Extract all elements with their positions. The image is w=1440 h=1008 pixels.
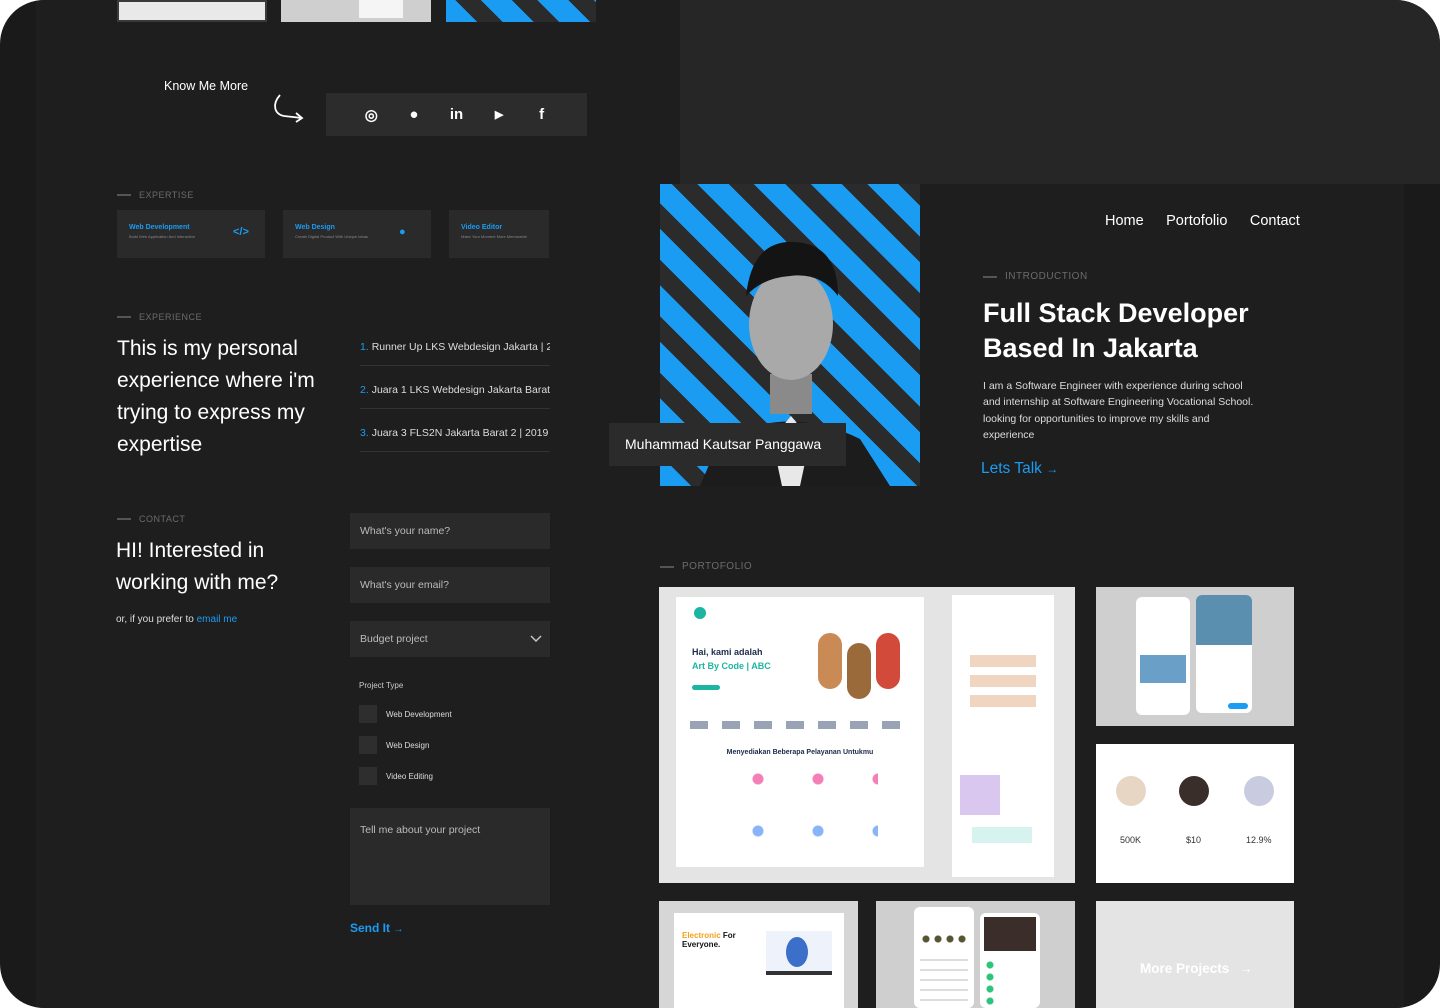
portfolio-mockup: Hai, kami adalah Art By Code | ABC Menye… bbox=[676, 597, 924, 867]
code-icon: </> bbox=[233, 226, 249, 238]
portfolio-item[interactable] bbox=[876, 901, 1075, 1008]
arrow-right-icon: → bbox=[1046, 462, 1059, 476]
email-input[interactable]: What's your email? bbox=[350, 567, 550, 603]
portfolio-mockup: Electronic For Everyone. bbox=[674, 913, 844, 1008]
budget-select[interactable]: Budget project bbox=[350, 621, 550, 657]
curved-arrow-icon bbox=[274, 94, 304, 123]
lets-talk-button[interactable]: Lets Talk → bbox=[981, 460, 1058, 478]
experience-item: 1. Runner Up LKS Webdesign Jakarta | 2 bbox=[360, 341, 550, 366]
contact-prefer-text: or, if you prefer to email me bbox=[116, 614, 238, 625]
hero-description: I am a Software Engineer with experience… bbox=[983, 380, 1254, 441]
portfolio-item[interactable]: 500K $10 12.9% bbox=[1096, 744, 1294, 883]
portfolio-item[interactable]: Hai, kami adalah Art By Code | ABC Menye… bbox=[659, 587, 1075, 883]
avatar bbox=[1179, 776, 1209, 806]
portfolio-mockup bbox=[952, 595, 1054, 877]
checkbox[interactable] bbox=[359, 736, 377, 754]
message-textarea[interactable]: Tell me about your project bbox=[350, 808, 550, 905]
experience-heading: This is my personal experience where i'm… bbox=[117, 337, 315, 456]
name-tag: Muhammad Kautsar Panggawa bbox=[609, 423, 846, 466]
contact-label: CONTACT bbox=[117, 514, 185, 524]
page-frame: Know Me More ◎ ● in ▶ f EXPERTISE Web De… bbox=[0, 0, 1440, 1008]
portfolio-mockup bbox=[980, 913, 1040, 1008]
social-links-bar: ◎ ● in ▶ f bbox=[326, 93, 587, 136]
main-nav: Home Portofolio Contact bbox=[1087, 212, 1300, 230]
project-thumbnail[interactable] bbox=[281, 0, 431, 22]
portfolio-mockup bbox=[914, 907, 974, 1008]
project-thumbnail[interactable] bbox=[117, 0, 267, 22]
know-me-more-label: Know Me More bbox=[164, 79, 249, 93]
checkbox[interactable] bbox=[359, 705, 377, 723]
portfolio-item[interactable] bbox=[1096, 587, 1294, 726]
more-projects-label: More Projects → bbox=[1140, 961, 1253, 976]
experience-label: EXPERIENCE bbox=[117, 312, 202, 322]
name-input[interactable]: What's your name? bbox=[350, 513, 550, 549]
card-title: Video Editor bbox=[461, 224, 503, 231]
facebook-icon[interactable]: f bbox=[531, 106, 553, 123]
portfolio-mockup bbox=[1136, 597, 1190, 715]
card-subtitle: Make Your Moment More Memorable bbox=[461, 234, 527, 239]
youtube-icon[interactable]: ▶ bbox=[488, 108, 510, 121]
expertise-label: EXPERTISE bbox=[117, 190, 194, 200]
instagram-icon[interactable]: ◎ bbox=[360, 106, 382, 124]
send-button[interactable]: Send It → bbox=[350, 921, 403, 935]
checkbox-web-development[interactable]: Web Development bbox=[359, 705, 452, 723]
avatar bbox=[1116, 776, 1146, 806]
expertise-card-web-design[interactable]: Web Design Create Digital Product With U… bbox=[283, 210, 431, 258]
linkedin-icon[interactable]: in bbox=[445, 106, 467, 123]
palette-icon: ● bbox=[399, 226, 406, 238]
checkbox-web-design[interactable]: Web Design bbox=[359, 736, 429, 754]
portfolio-item[interactable]: Electronic For Everyone. bbox=[659, 901, 858, 1008]
portfolio-label: PORTOFOLIO bbox=[660, 561, 752, 572]
right-top-panel bbox=[680, 0, 1440, 184]
email-me-link[interactable]: email me bbox=[197, 614, 238, 625]
stat-value: 500K bbox=[1120, 835, 1142, 845]
avatar bbox=[1244, 776, 1274, 806]
stat-value: 12.9% bbox=[1246, 835, 1272, 845]
stat-value: $10 bbox=[1186, 835, 1202, 845]
arrow-right-icon: → bbox=[393, 924, 404, 935]
contact-heading: HI! Interested in working with me? bbox=[116, 539, 279, 594]
project-thumbnail[interactable] bbox=[446, 0, 596, 22]
github-icon[interactable]: ● bbox=[403, 106, 425, 123]
expertise-card-web-development[interactable]: Web Development Build Web Application An… bbox=[117, 210, 265, 258]
arrow-right-icon: → bbox=[1239, 961, 1253, 976]
experience-item: 3. Juara 3 FLS2N Jakarta Barat 2 | 2019 bbox=[360, 427, 550, 452]
chevron-down-icon bbox=[530, 635, 542, 642]
nav-portfolio[interactable]: Portofolio bbox=[1166, 213, 1227, 229]
checkbox[interactable] bbox=[359, 767, 377, 785]
portfolio-mockup bbox=[1196, 595, 1252, 713]
expertise-card-video-editor[interactable]: Video Editor Make Your Moment More Memor… bbox=[449, 210, 549, 258]
project-type-label: Project Type bbox=[359, 681, 404, 690]
more-projects-button[interactable]: More Projects → bbox=[1096, 901, 1294, 1008]
experience-item: 2. Juara 1 LKS Webdesign Jakarta Barat bbox=[360, 384, 550, 409]
checkbox-video-editing[interactable]: Video Editing bbox=[359, 767, 433, 785]
hero-title: Full Stack Developer Based In Jakarta bbox=[983, 298, 1249, 363]
nav-contact[interactable]: Contact bbox=[1250, 213, 1300, 229]
nav-home[interactable]: Home bbox=[1105, 213, 1144, 229]
introduction-label: INTRODUCTION bbox=[983, 271, 1088, 282]
